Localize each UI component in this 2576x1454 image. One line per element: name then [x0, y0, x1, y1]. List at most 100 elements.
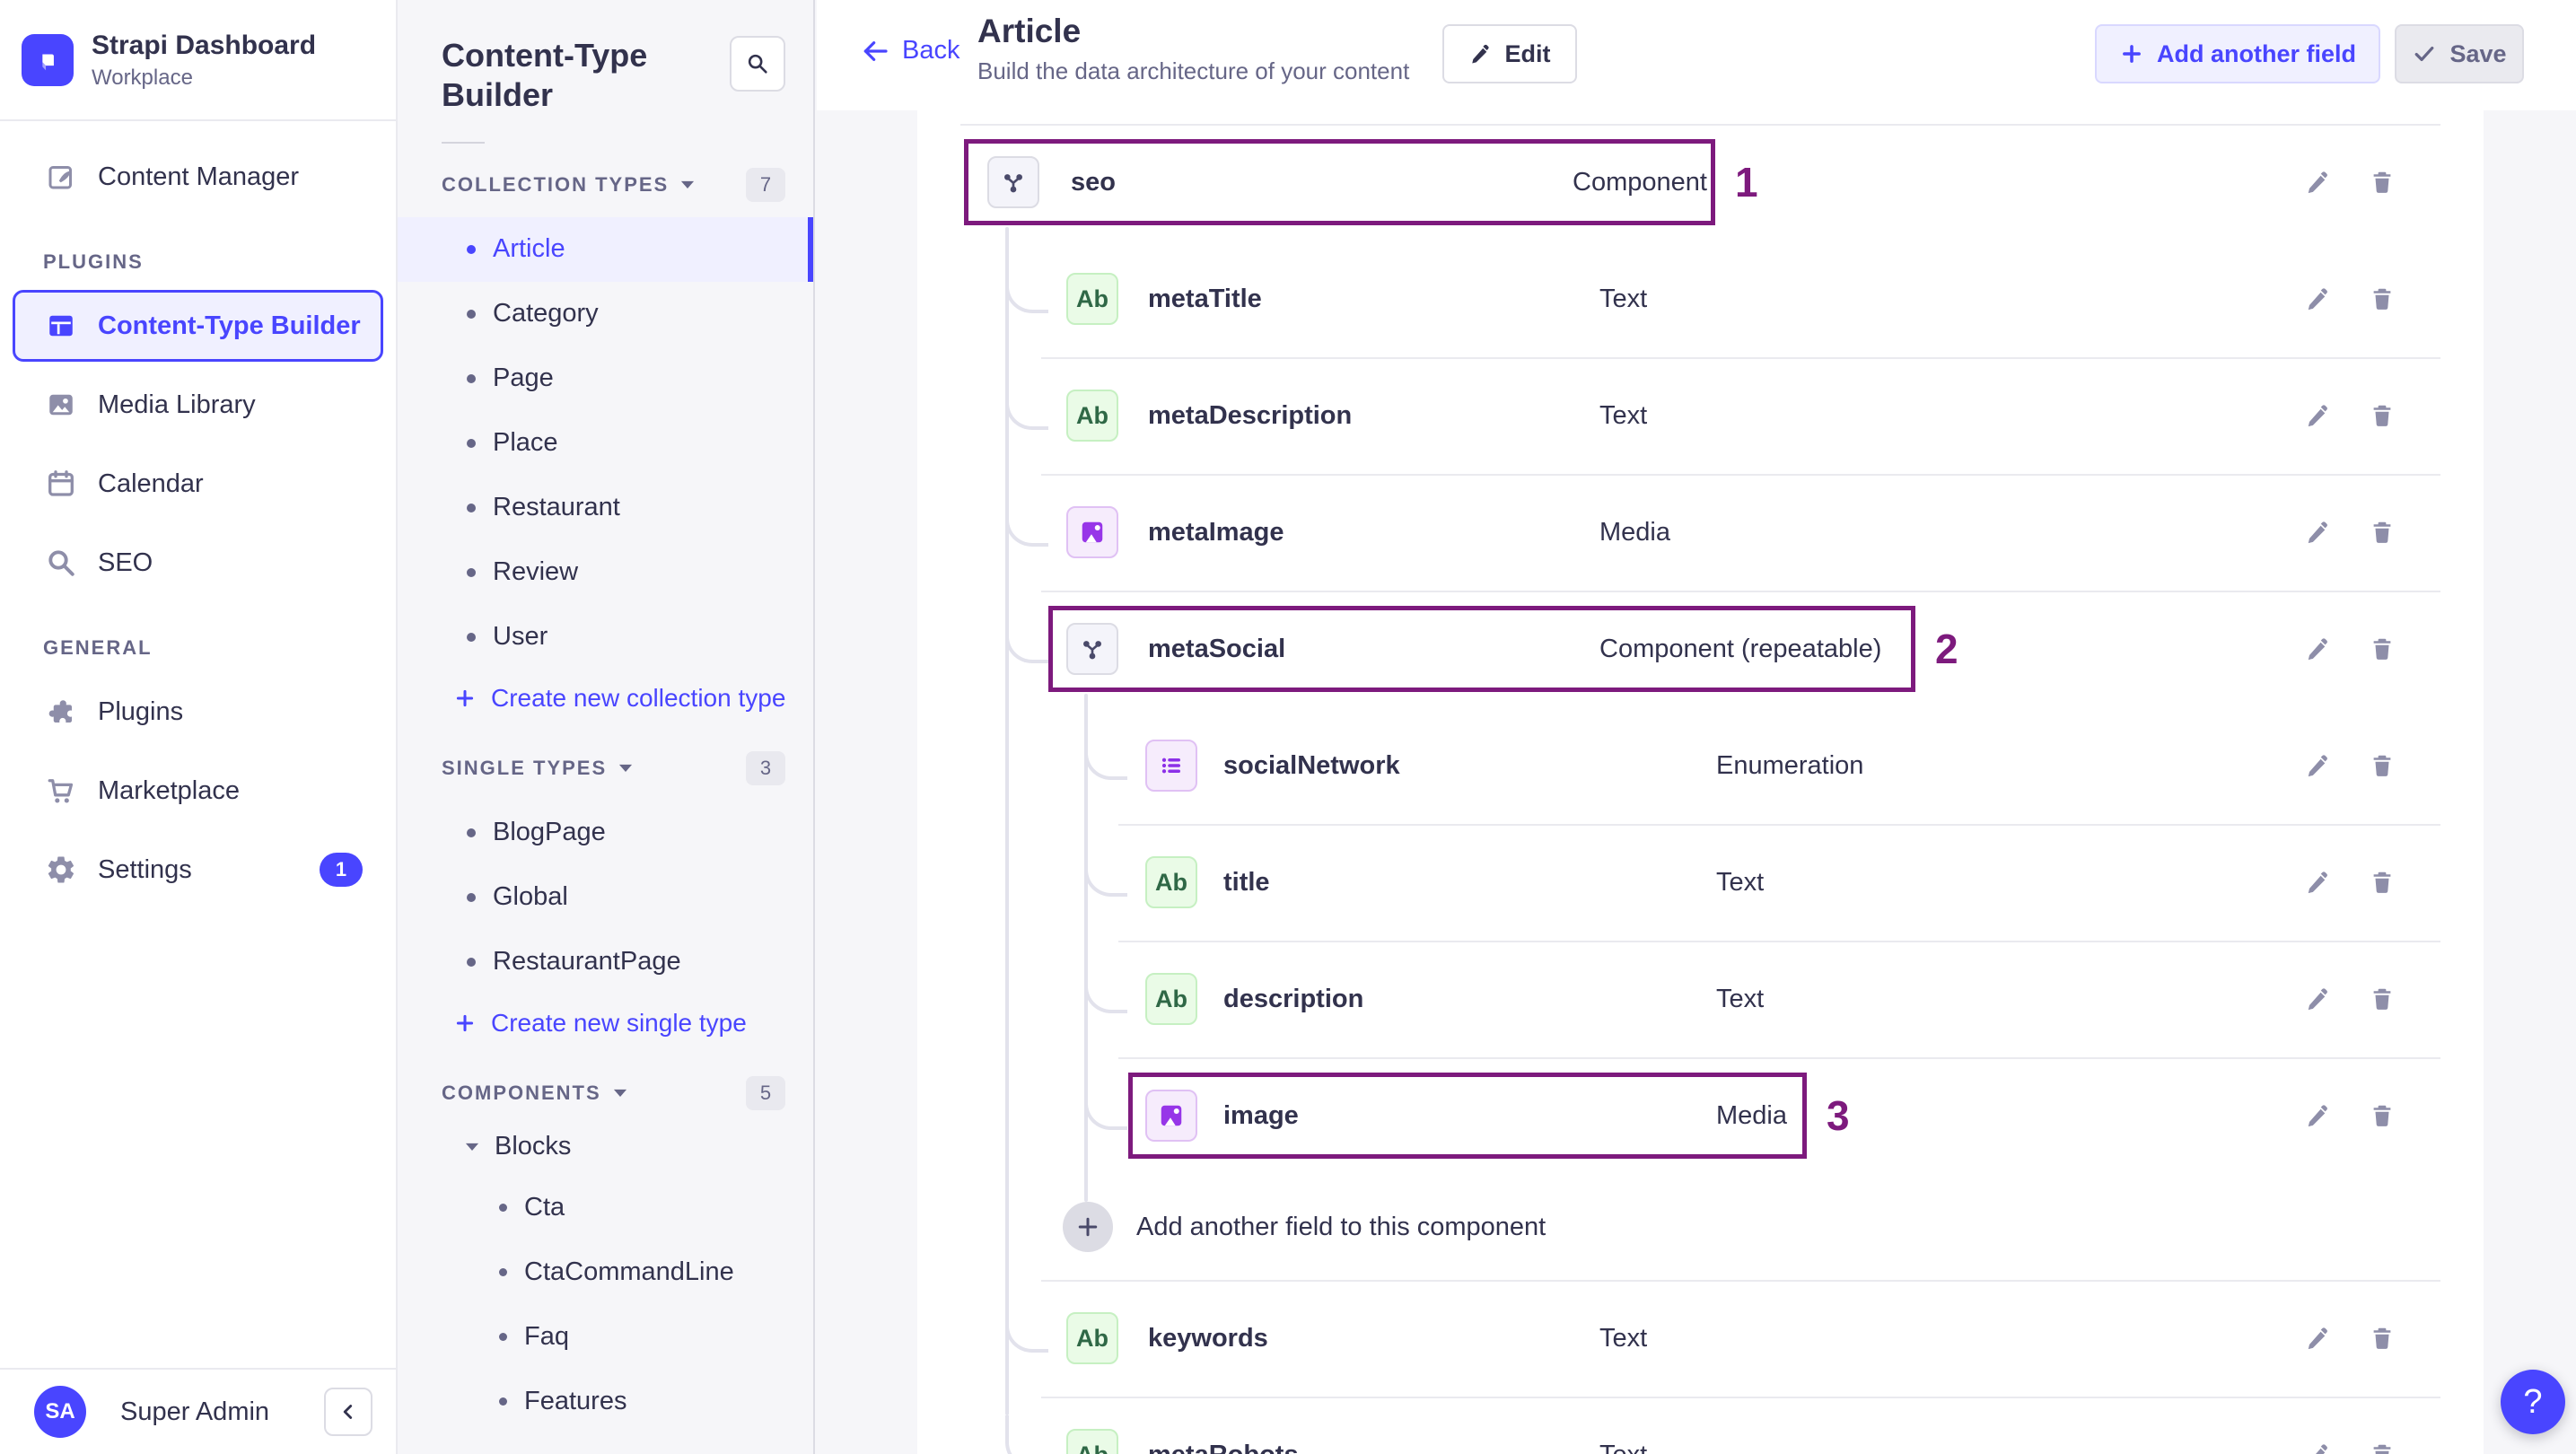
field-name: title [1223, 824, 1270, 941]
settings-badge: 1 [320, 853, 363, 887]
component-field-icon [1066, 623, 1118, 675]
delete-field-button[interactable] [2369, 285, 2396, 312]
component-item-features[interactable]: Features [398, 1370, 813, 1434]
component-category-blocks[interactable]: Blocks [398, 1118, 813, 1176]
edit-field-button[interactable] [2305, 985, 2332, 1012]
search-button[interactable] [730, 36, 785, 92]
component-item-faq[interactable]: Faq [398, 1305, 813, 1370]
edit-field-button[interactable] [2305, 752, 2332, 779]
sidebar-item-marketplace[interactable]: Marketplace [13, 755, 383, 827]
field-name: seo [1071, 124, 1116, 241]
field-name: description [1223, 941, 1363, 1057]
workspace-switcher[interactable]: Strapi Dashboard Workplace [0, 0, 396, 119]
sidebar-item-label: Plugins [98, 697, 183, 727]
bullet-icon [499, 1204, 507, 1212]
sidebar-item-calendar[interactable]: Calendar [13, 448, 383, 520]
sidebar-sections: PLUGINS Content-Type Builder Media Libra… [0, 220, 396, 906]
field-row-metarobots: Ab metaRobots Text [917, 1397, 2484, 1454]
type-item-article[interactable]: Article [398, 217, 813, 282]
save-button[interactable]: Save [2395, 24, 2524, 83]
divider [442, 142, 485, 144]
field-type: Text [1716, 941, 1764, 1057]
help-button[interactable]: ? [2501, 1370, 2565, 1434]
type-item-category[interactable]: Category [398, 282, 813, 346]
edit-field-button[interactable] [2305, 635, 2332, 662]
group-header-single-types[interactable]: SINGLE TYPES 3 [398, 749, 813, 788]
media-icon [1079, 519, 1106, 546]
delete-field-button[interactable] [2369, 985, 2396, 1012]
group-count-badge: 5 [746, 1076, 785, 1110]
component-item-cta[interactable]: Cta [398, 1176, 813, 1240]
plus-icon [1074, 1213, 1101, 1240]
action-create-new-single-type[interactable]: Create new single type [398, 994, 813, 1052]
user-area: SA Super Admin [0, 1368, 396, 1454]
type-item-place[interactable]: Place [398, 411, 813, 476]
sidebar-item-plugins[interactable]: Plugins [13, 676, 383, 748]
group-header-components[interactable]: COMPONENTS 5 [398, 1073, 813, 1113]
sidebar-item-label: SEO [98, 548, 153, 578]
edit-field-button[interactable] [2305, 1441, 2332, 1454]
delete-field-button[interactable] [2369, 869, 2396, 896]
type-item-page[interactable]: Page [398, 346, 813, 411]
edit-field-button[interactable] [2305, 402, 2332, 429]
chevron-left-icon [337, 1400, 360, 1423]
enumeration-field-icon [1145, 740, 1197, 792]
type-item-review[interactable]: Review [398, 540, 813, 605]
delete-field-button[interactable] [2369, 519, 2396, 546]
field-name: keywords [1148, 1280, 1268, 1397]
field-type: Component (repeatable) [1599, 591, 1881, 707]
back-label: Back [902, 36, 959, 66]
sidebar-item-seo[interactable]: SEO [13, 527, 383, 599]
avatar[interactable]: SA [34, 1386, 86, 1438]
type-item-restaurantpage[interactable]: RestaurantPage [398, 930, 813, 994]
sidebar-item-content-type-builder[interactable]: Content-Type Builder [13, 290, 383, 362]
edit-field-button[interactable] [2305, 169, 2332, 196]
enumeration-icon [1158, 752, 1185, 779]
delete-field-button[interactable] [2369, 635, 2396, 662]
edit-field-button[interactable] [2305, 1102, 2332, 1129]
delete-field-button[interactable] [2369, 169, 2396, 196]
sidebar-item-media-library[interactable]: Media Library [13, 369, 383, 441]
component-item-ctacommandline[interactable]: CtaCommandLine [398, 1240, 813, 1305]
group-label: SINGLE TYPES [442, 757, 607, 780]
field-name: metaSocial [1148, 591, 1285, 707]
bullet-icon [467, 893, 476, 902]
edit-field-button[interactable] [2305, 1325, 2332, 1352]
field-rows: seo Component 1 Ab metaTitle Text Ab met… [917, 110, 2484, 1454]
delete-field-button[interactable] [2369, 1325, 2396, 1352]
bullet-icon [467, 633, 476, 642]
edit-button[interactable]: Edit [1442, 24, 1577, 83]
check-icon [2412, 41, 2437, 66]
add-field-to-component-button[interactable] [1063, 1202, 1113, 1252]
action-create-new-collection-type[interactable]: Create new collection type [398, 670, 813, 727]
edit-field-button[interactable] [2305, 869, 2332, 896]
field-name: socialNetwork [1223, 707, 1400, 824]
type-item-restaurant[interactable]: Restaurant [398, 476, 813, 540]
sidebar-item-settings[interactable]: Settings 1 [13, 834, 383, 906]
delete-field-button[interactable] [2369, 1102, 2396, 1129]
text-field-icon: Ab [1066, 390, 1118, 442]
builder-groups: COLLECTION TYPES 7 Article Category Page… [398, 165, 813, 1434]
type-item-label: Article [493, 234, 565, 264]
field-type: Media [1599, 474, 1670, 591]
group-header-collection-types[interactable]: COLLECTION TYPES 7 [398, 165, 813, 205]
delete-field-button[interactable] [2369, 402, 2396, 429]
delete-field-button[interactable] [2369, 752, 2396, 779]
back-link[interactable]: Back [861, 36, 959, 66]
delete-field-button[interactable] [2369, 1441, 2396, 1454]
sidebar-item-content-manager[interactable]: Content Manager [13, 141, 383, 213]
type-item-user[interactable]: User [398, 605, 813, 670]
add-another-field-button[interactable]: Add another field [2095, 24, 2380, 83]
edit-field-button[interactable] [2305, 519, 2332, 546]
type-item-global[interactable]: Global [398, 865, 813, 930]
plus-icon [2119, 41, 2144, 66]
main-area: Back Article Build the data architecture… [817, 0, 2576, 1454]
type-item-blogpage[interactable]: BlogPage [398, 801, 813, 865]
type-item-label: Review [493, 557, 578, 587]
text-field-icon: Ab [1066, 1312, 1118, 1364]
collapse-sidebar-button[interactable] [324, 1388, 372, 1436]
edit-field-button[interactable] [2305, 285, 2332, 312]
group-items: Article Category Page Place Restaurant R… [398, 217, 813, 670]
page-header: Back Article Build the data architecture… [817, 0, 2576, 110]
field-type: Text [1599, 1397, 1647, 1454]
